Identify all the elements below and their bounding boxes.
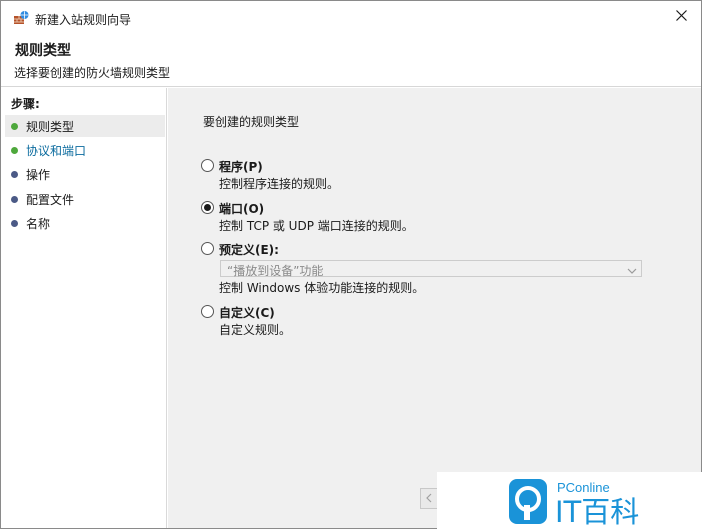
option-label[interactable]: 程序(P) [219,158,263,175]
firewall-app-icon [13,10,29,26]
radio-port[interactable] [201,201,214,214]
page-title: 规则类型 [15,43,71,59]
title-bar[interactable]: 新建入站规则向导 [1,1,701,33]
content-pane: 要创建的规则类型 程序(P) 控制程序连接的规则。 端口(O) 控制 TCP 或… [168,88,701,528]
predefined-description: 控制 Windows 体验功能连接的规则。 [219,281,425,295]
step-label: 配置文件 [26,192,75,207]
pconline-watermark: PConline IT百科 [437,472,702,529]
close-icon [675,10,687,24]
step-protocol-ports[interactable]: 协议和端口 [5,139,165,161]
option-description: 自定义规则。 [219,323,292,337]
step-complete-icon [11,146,18,154]
steps-heading: 步骤: [11,97,40,111]
pconline-logo: PConline IT百科 [509,479,639,529]
step-complete-icon [11,122,18,130]
option-description: 控制 TCP 或 UDP 端口连接的规则。 [219,219,414,233]
option-label[interactable]: 端口(O) [219,200,264,217]
step-label: 协议和端口 [26,143,87,158]
step-label: 规则类型 [26,119,75,134]
radio-program[interactable] [201,159,214,172]
option-label[interactable]: 自定义(C) [219,304,275,321]
page-subtitle: 选择要创建的防火墙规则类型 [14,66,171,80]
step-pending-icon [11,219,18,227]
close-button[interactable] [661,1,701,33]
predefined-select[interactable]: “播放到设备”功能 [220,260,642,278]
watermark-brand: PConline [557,480,610,495]
radio-custom[interactable] [201,305,214,318]
chevron-left-icon [426,492,432,506]
steps-pane: 步骤: 规则类型 协议和端口 操作 配置文件 名称 [1,88,167,528]
step-profile: 配置文件 [5,188,165,210]
rule-type-prompt: 要创建的规则类型 [203,115,300,129]
window-title: 新建入站规则向导 [35,13,132,27]
step-label: 操作 [26,167,51,182]
option-description: 控制程序连接的规则。 [219,177,340,191]
radio-predefined[interactable] [201,242,214,255]
wizard-window: 新建入站规则向导 规则类型 选择要创建的防火墙规则类型 步骤: 规则类型 协议和… [0,0,702,529]
back-button[interactable] [420,488,438,509]
wizard-header: 规则类型 选择要创建的防火墙规则类型 [1,33,701,87]
option-label[interactable]: 预定义(E): [219,241,279,258]
step-pending-icon [11,170,18,178]
step-name: 名称 [5,212,165,234]
chevron-down-icon [627,264,637,278]
step-rule-type[interactable]: 规则类型 [5,115,165,137]
predefined-select-value: “播放到设备”功能 [227,264,324,278]
step-pending-icon [11,195,18,203]
step-action: 操作 [5,163,165,185]
watermark-text: IT百科 [555,495,639,529]
step-label: 名称 [26,216,51,231]
